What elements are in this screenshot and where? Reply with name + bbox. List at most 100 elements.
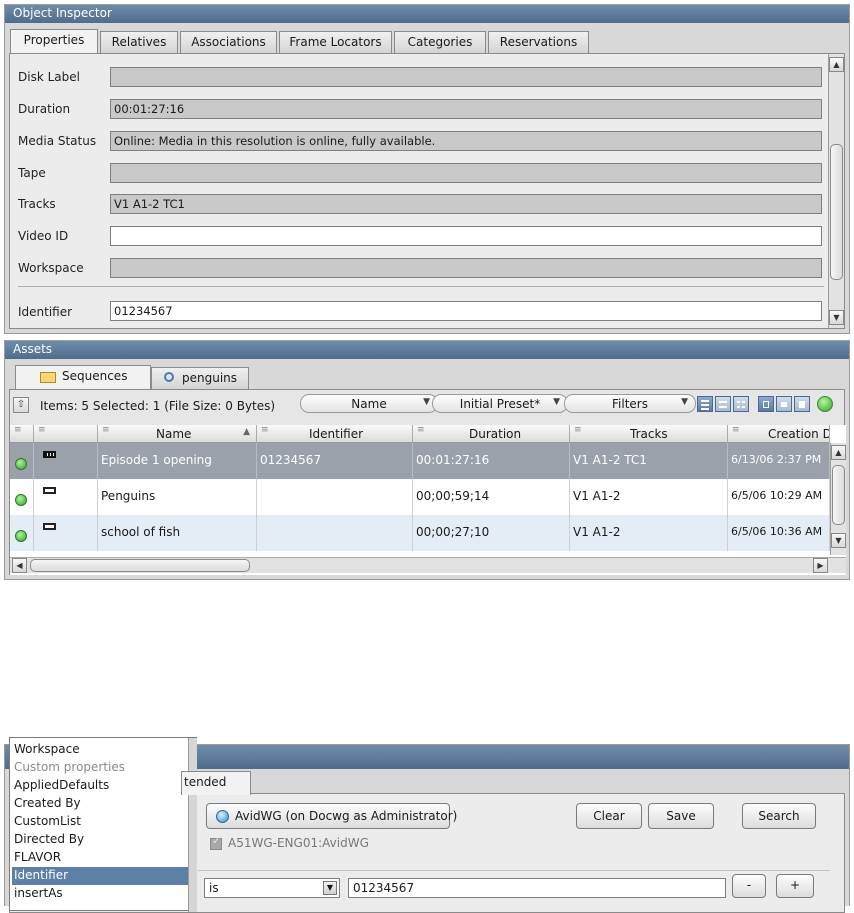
- list-item-directed-by[interactable]: Directed By: [12, 831, 188, 849]
- tab-relatives[interactable]: Relatives: [100, 31, 178, 53]
- scroll-right-icon[interactable]: ▶: [813, 558, 828, 573]
- list-item-created-by[interactable]: Created By: [12, 795, 188, 813]
- table-row[interactable]: school of fish 00;00;27;10 V1 A1-2 6/5/0…: [10, 515, 836, 551]
- column-header-type[interactable]: ≡: [34, 425, 98, 443]
- column-created-label: Creation D: [768, 427, 830, 441]
- tab-extended-label: tended: [184, 775, 227, 789]
- frame-view-small-icon[interactable]: [776, 396, 792, 412]
- refresh-icon[interactable]: [817, 396, 833, 412]
- scroll-down-icon[interactable]: ▼: [829, 310, 844, 325]
- list-item-insert-as[interactable]: insertAs: [12, 885, 188, 903]
- scroll-down-icon[interactable]: ▼: [831, 533, 846, 548]
- list-item-flavor[interactable]: FLAVOR: [12, 849, 188, 867]
- disk-label-field: [110, 67, 822, 87]
- identifier-cell: [257, 515, 413, 551]
- column-header-name[interactable]: ≡ Name ▲: [98, 425, 257, 443]
- name-cell: school of fish: [98, 515, 257, 551]
- tab-penguins[interactable]: penguins: [151, 367, 249, 389]
- list-view-icon[interactable]: [697, 396, 713, 412]
- identifier-input[interactable]: 01234567: [110, 301, 822, 321]
- save-button[interactable]: Save: [648, 803, 714, 829]
- list-item-applied-defaults[interactable]: AppliedDefaults: [12, 777, 188, 795]
- compact-view-icon[interactable]: [715, 396, 731, 412]
- workspace-field: [110, 258, 822, 278]
- table-row[interactable]: Episode 1 opening 01234567 00:01:27:16 V…: [10, 443, 836, 479]
- tab-penguins-label: penguins: [182, 371, 238, 385]
- object-inspector-panel: Object Inspector Properties Relatives As…: [4, 4, 850, 334]
- scroll-left-icon[interactable]: ◀: [12, 558, 27, 573]
- property-label-tracks: Tracks: [18, 197, 56, 211]
- assets-table: ≡ ≡ ≡ Name ▲ ≡ Identifier ≡ Duration ≡ Tracks…: [10, 425, 846, 575]
- list-scrollbar[interactable]: [188, 738, 197, 912]
- remove-criterion-button[interactable]: -: [732, 874, 766, 898]
- list-item-workspace[interactable]: Workspace: [12, 741, 188, 759]
- clear-button[interactable]: Clear: [576, 803, 642, 829]
- criteria-divider: [198, 870, 830, 871]
- video-id-input[interactable]: [110, 226, 822, 246]
- property-label-identifier: Identifier: [18, 305, 73, 319]
- properties-scrollbar[interactable]: ▲ ▼: [828, 54, 844, 328]
- criteria-value-input[interactable]: 01234567: [348, 878, 726, 898]
- column-grip-icon: ≡: [732, 425, 740, 435]
- scrollbar-thumb[interactable]: [830, 144, 843, 280]
- property-label-media-status: Media Status: [18, 134, 97, 148]
- check-icon: ✓: [212, 836, 221, 847]
- property-dropdown-list[interactable]: Workspace Custom properties AppliedDefau…: [9, 737, 197, 912]
- add-criterion-button[interactable]: +: [776, 874, 814, 898]
- workgroup-button[interactable]: AvidWG (on Docwg as Administrator): [206, 803, 457, 829]
- tab-frame-locators[interactable]: Frame Locators: [279, 31, 392, 53]
- table-vertical-scrollbar[interactable]: ▲ ▼: [830, 443, 846, 555]
- tracks-cell: V1 A1-2: [570, 479, 728, 515]
- operator-select[interactable]: is ▼: [204, 878, 340, 898]
- assets-toolbar: ⇧ Items: 5 Selected: 1 (File Size: 0 Byt…: [10, 394, 846, 418]
- masterclip-icon: [43, 523, 56, 530]
- scrollbar-thumb[interactable]: [832, 465, 845, 525]
- up-arrow-icon[interactable]: ⇧: [13, 397, 29, 413]
- scroll-up-icon[interactable]: ▲: [831, 445, 846, 460]
- table-horizontal-scrollbar[interactable]: ◀ ▶: [10, 557, 846, 573]
- column-header-tracks[interactable]: ≡ Tracks: [570, 425, 728, 443]
- column-header-identifier[interactable]: ≡ Identifier: [257, 425, 413, 443]
- media-status-field: Online: Media in this resolution is onli…: [110, 131, 822, 151]
- column-header-status[interactable]: ≡: [10, 425, 34, 443]
- column-grip-icon: ≡: [38, 425, 46, 435]
- thumbnail-view-icon[interactable]: [733, 396, 749, 412]
- column-header-creation-date[interactable]: ≡ Creation D: [728, 425, 830, 443]
- sort-name-dropdown[interactable]: Name ▼: [300, 394, 438, 413]
- items-summary: Items: 5 Selected: 1 (File Size: 0 Bytes…: [40, 399, 276, 413]
- chevron-down-icon: ▼: [423, 397, 430, 407]
- scrollbar-thumb[interactable]: [30, 559, 250, 572]
- property-label-duration: Duration: [18, 102, 71, 116]
- type-cell: [34, 443, 98, 479]
- status-cell: [10, 479, 34, 515]
- search-button[interactable]: Search: [742, 803, 816, 829]
- table-row[interactable]: Penguins 00;00;59;14 V1 A1-2 6/5/06 10:2…: [10, 479, 836, 515]
- scroll-up-icon[interactable]: ▲: [829, 57, 844, 72]
- operator-value: is: [209, 881, 219, 895]
- filters-dropdown[interactable]: Filters ▼: [564, 394, 696, 413]
- tab-reservations[interactable]: Reservations: [488, 31, 589, 53]
- list-item-identifier[interactable]: Identifier: [12, 867, 188, 885]
- list-body: Workspace Custom properties AppliedDefau…: [12, 741, 188, 907]
- workgroup-check-label: A51WG-ENG01:AvidWG: [228, 836, 369, 850]
- chevron-down-icon: ▼: [681, 397, 688, 407]
- tab-associations[interactable]: Associations: [180, 31, 277, 53]
- tab-properties[interactable]: Properties: [10, 29, 98, 53]
- column-grip-icon: ≡: [261, 425, 269, 435]
- tab-sequences[interactable]: Sequences: [15, 365, 151, 389]
- list-item-custom-list[interactable]: CustomList: [12, 813, 188, 831]
- identifier-cell: [257, 479, 413, 515]
- tab-categories[interactable]: Categories: [394, 31, 486, 53]
- inspector-tabs: Properties Relatives Associations Frame …: [5, 29, 851, 55]
- tab-extended[interactable]: tended: [181, 771, 251, 795]
- frame-view-detail-icon[interactable]: [794, 396, 810, 412]
- workgroup-checkbox[interactable]: ✓: [210, 836, 222, 850]
- chevron-down-icon[interactable]: ▼: [323, 881, 337, 895]
- column-grip-icon: ≡: [574, 425, 582, 435]
- property-label-tape: Tape: [18, 166, 46, 180]
- search-panel: tended AvidWG (on Docwg as Administrator…: [4, 737, 850, 913]
- column-header-duration[interactable]: ≡ Duration: [413, 425, 570, 443]
- preset-dropdown[interactable]: Initial Preset* ▼: [432, 394, 568, 413]
- type-cell: [34, 515, 98, 551]
- frame-view-icon[interactable]: [758, 396, 774, 412]
